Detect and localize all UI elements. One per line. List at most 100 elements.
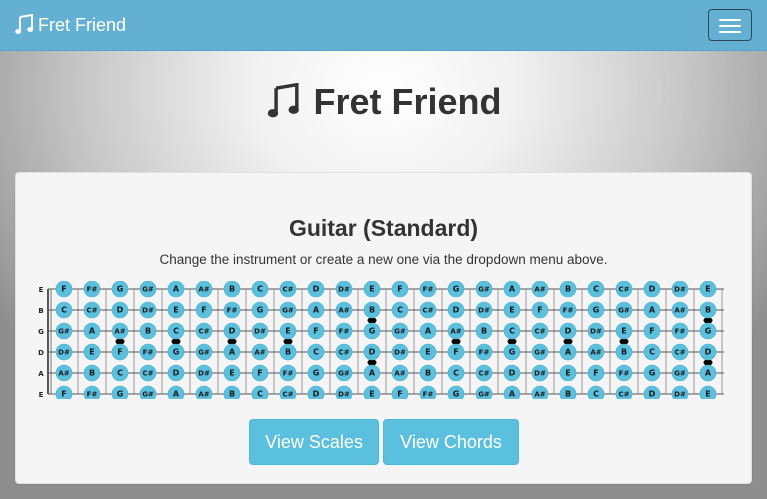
note-label: B <box>565 390 571 399</box>
note-label: G# <box>674 370 686 378</box>
note-label: C <box>257 285 263 294</box>
note-label: G# <box>478 286 490 294</box>
note-label: G <box>705 327 712 336</box>
note-label: A# <box>254 349 265 357</box>
note-label: D <box>565 327 572 336</box>
note-label: D <box>369 348 376 357</box>
note-label: D# <box>674 286 686 294</box>
note-label: D# <box>198 370 210 378</box>
note-label: G <box>453 285 460 294</box>
note-label: D <box>229 327 236 336</box>
note-label: D# <box>254 328 266 336</box>
note-label: E <box>565 369 570 378</box>
note-label: F# <box>87 286 98 294</box>
note-label: D# <box>338 391 350 399</box>
note-label: D <box>453 306 460 315</box>
string-name-label: B <box>38 307 43 315</box>
note-label: F <box>201 306 206 315</box>
fretboard: E F F# G G# A A# B C C# D D# E F F# G G# A A# B C C# D D# E B C C# D… <box>38 281 724 399</box>
note-label: C <box>173 327 179 336</box>
view-chords-button[interactable]: View Chords <box>383 419 519 465</box>
note-label: D# <box>478 307 490 315</box>
note-label: F <box>649 327 654 336</box>
note-label: F <box>537 306 542 315</box>
note-label: D# <box>534 370 546 378</box>
note-label: A <box>89 327 96 336</box>
note-label: A <box>509 390 516 399</box>
note-label: B <box>369 306 375 315</box>
note-label: B <box>229 390 235 399</box>
note-label: G <box>649 369 656 378</box>
note-label: A <box>649 306 656 315</box>
note-label: E <box>705 390 710 399</box>
note-label: C <box>509 327 515 336</box>
note-label: G# <box>142 391 154 399</box>
note-label: A <box>369 369 376 378</box>
string-name-label: E <box>39 286 44 294</box>
note-label: B <box>565 285 571 294</box>
note-label: F# <box>339 328 350 336</box>
note-label: E <box>621 327 626 336</box>
note-label: A# <box>590 349 601 357</box>
note-label: A# <box>450 328 461 336</box>
note-label: A# <box>338 307 349 315</box>
note-label: E <box>285 327 290 336</box>
note-label: C <box>61 306 67 315</box>
navbar-brand[interactable]: Fret Friend <box>15 13 126 37</box>
note-label: A# <box>394 370 405 378</box>
note-label: A <box>509 285 516 294</box>
note-label: B <box>285 348 291 357</box>
note-label: D <box>649 285 656 294</box>
note-label: D# <box>394 349 406 357</box>
note-label: D <box>313 390 320 399</box>
string-name-label: E <box>39 391 44 399</box>
string-name-label: D <box>38 349 44 357</box>
note-label: E <box>369 285 374 294</box>
note-label: A <box>705 369 712 378</box>
note-label: G# <box>338 370 350 378</box>
note-label: G <box>173 348 180 357</box>
note-label: B <box>621 348 627 357</box>
note-label: D <box>649 390 656 399</box>
note-label: A# <box>58 370 69 378</box>
note-label: G <box>117 390 124 399</box>
note-label: A# <box>114 328 125 336</box>
note-label: A <box>425 327 432 336</box>
note-label: C# <box>478 370 489 378</box>
note-label: G# <box>394 328 406 336</box>
note-label: C# <box>674 349 685 357</box>
note-label: C# <box>198 328 209 336</box>
note-label: C <box>313 348 319 357</box>
note-label: F# <box>563 307 574 315</box>
page-title: Fret Friend <box>0 76 767 128</box>
menu-toggle-button[interactable] <box>708 9 752 41</box>
note-label: C# <box>534 328 545 336</box>
note-label: G# <box>282 307 294 315</box>
note-label: B <box>425 369 431 378</box>
note-label: D# <box>674 391 686 399</box>
note-label: G <box>369 327 376 336</box>
music-note-icon <box>268 83 300 118</box>
note-label: F# <box>619 370 630 378</box>
note-label: B <box>145 327 151 336</box>
note-label: G <box>453 390 460 399</box>
note-label: F# <box>675 328 686 336</box>
note-label: A# <box>198 391 209 399</box>
note-label: C <box>593 390 599 399</box>
note-label: C# <box>422 307 433 315</box>
note-label: B <box>705 306 711 315</box>
note-label: A <box>565 348 572 357</box>
note-label: C# <box>618 286 629 294</box>
note-label: F# <box>87 391 98 399</box>
note-label: F <box>453 348 458 357</box>
note-label: E <box>173 306 178 315</box>
note-label: F <box>117 348 122 357</box>
view-scales-button[interactable]: View Scales <box>249 419 379 465</box>
note-label: G# <box>142 286 154 294</box>
note-label: F# <box>227 307 238 315</box>
navbar: Fret Friend <box>0 0 767 51</box>
note-label: G <box>257 306 264 315</box>
note-label: F# <box>143 349 154 357</box>
note-label: A# <box>674 307 685 315</box>
note-label: D# <box>590 328 602 336</box>
